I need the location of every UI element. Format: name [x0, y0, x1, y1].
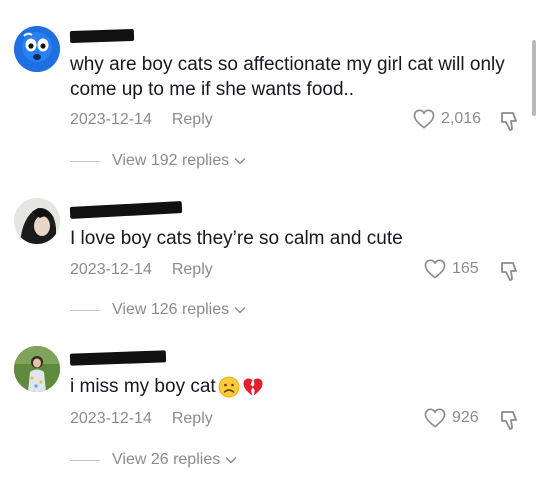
divider-line: [70, 160, 100, 162]
redacted-username[interactable]: [69, 28, 135, 44]
reply-button[interactable]: Reply: [172, 261, 213, 279]
comment-date: 2023-12-14: [70, 410, 152, 427]
chevron-down-icon: [234, 157, 246, 165]
view-replies-label: View 26 replies: [112, 451, 221, 468]
like-button[interactable]: 926: [424, 408, 479, 428]
scrollbar[interactable]: [532, 40, 536, 116]
heart-outline-icon: [424, 408, 446, 428]
chevron-down-icon: [234, 306, 246, 314]
like-button[interactable]: 165: [424, 259, 479, 279]
thumbs-down-outline-icon[interactable]: [498, 259, 522, 283]
comment-text: I love boy cats they’re so calm and cute: [70, 228, 403, 249]
divider-line: [70, 459, 100, 461]
reply-button[interactable]: Reply: [172, 410, 213, 428]
redacted-username[interactable]: [69, 350, 167, 366]
comment-text-content: i miss my boy cat: [70, 376, 216, 397]
chevron-down-icon: [225, 456, 237, 464]
blue-face-avatar-icon: [14, 26, 60, 72]
comment-meta: 2023-12-14 Reply: [70, 261, 213, 279]
avatar[interactable]: [14, 26, 60, 72]
view-replies-button[interactable]: View 126 replies: [70, 301, 246, 319]
person-outdoor-photo-avatar-icon: [14, 346, 60, 392]
avatar[interactable]: [14, 198, 60, 244]
person-photo-avatar-icon: [14, 198, 60, 244]
like-count: 165: [452, 260, 479, 277]
heart-outline-icon: [413, 109, 435, 129]
comment-date: 2023-12-14: [70, 111, 152, 128]
view-replies-button[interactable]: View 26 replies: [70, 451, 237, 469]
comment-text: why are boy cats so affectionate my girl…: [70, 54, 505, 100]
heart-outline-icon: [424, 259, 446, 279]
reply-button[interactable]: Reply: [172, 111, 213, 129]
comment-text: i miss my boy cat: [70, 374, 510, 399]
like-count: 2,016: [441, 110, 482, 127]
view-replies-button[interactable]: View 192 replies: [70, 152, 246, 170]
view-replies-label: View 126 replies: [112, 301, 230, 318]
like-button[interactable]: 2,016: [413, 109, 481, 129]
like-count: 926: [452, 409, 479, 426]
worried-face-emoji-icon: [218, 376, 240, 398]
thumbs-down-outline-icon[interactable]: [498, 109, 522, 133]
divider-line: [70, 309, 100, 311]
comment-date: 2023-12-14: [70, 261, 152, 278]
thumbs-down-outline-icon[interactable]: [498, 408, 522, 432]
comment-meta: 2023-12-14 Reply: [70, 410, 213, 428]
broken-heart-emoji-icon: [243, 378, 263, 396]
view-replies-label: View 192 replies: [112, 152, 230, 169]
comment-meta: 2023-12-14 Reply: [70, 111, 213, 129]
redacted-username[interactable]: [69, 201, 183, 219]
avatar[interactable]: [14, 346, 60, 392]
